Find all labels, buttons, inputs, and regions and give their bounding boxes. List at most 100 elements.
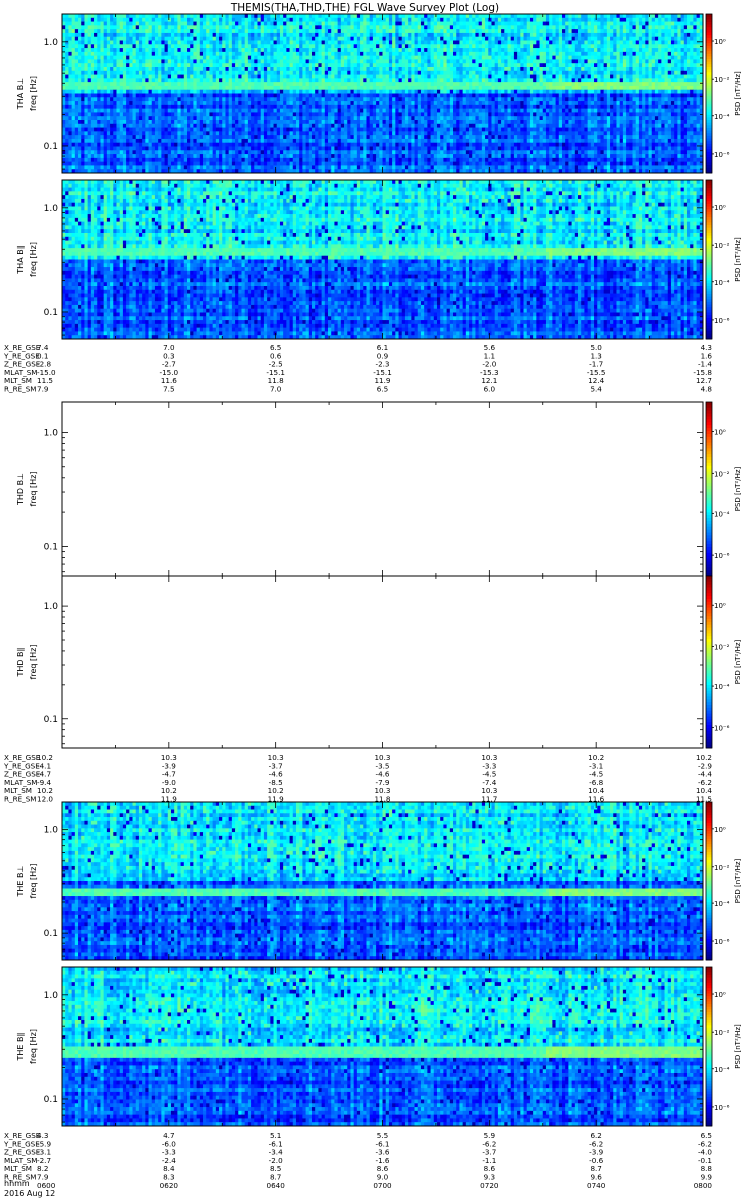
spectrogram-cell <box>619 40 624 45</box>
spectrogram-cell <box>571 32 576 38</box>
spectrogram-cell <box>565 17 569 22</box>
spectrogram-cell <box>478 59 483 64</box>
spectrogram-cell <box>481 32 486 38</box>
spectrogram-cell <box>603 14 608 19</box>
spectrogram-cell <box>520 93 524 98</box>
spectrogram-cell <box>257 44 262 49</box>
spectrogram-cell <box>459 40 464 45</box>
spectrogram-cell <box>347 70 351 75</box>
spectrogram-cell <box>491 104 496 110</box>
spectrogram-cell <box>321 40 326 45</box>
spectrogram-cell <box>427 104 431 110</box>
spectrogram-cell <box>366 78 371 83</box>
spectrogram-cell <box>295 44 300 49</box>
spectrogram-cell <box>135 48 140 53</box>
spectrogram-cell <box>520 59 524 64</box>
spectrogram-cell <box>696 51 701 57</box>
spectrogram-cell <box>129 17 133 22</box>
spectrogram-cell <box>513 67 518 72</box>
spectrogram-cell <box>622 70 627 75</box>
spectrogram-cell <box>513 104 518 110</box>
spectrogram-cell <box>497 74 502 79</box>
spectrogram-cell <box>353 74 358 79</box>
spectrogram-cell <box>395 93 399 98</box>
spectrogram-cell <box>558 59 563 64</box>
spectrogram-cell <box>196 67 201 72</box>
spectrogram-cell <box>289 29 294 34</box>
spectrogram-cell <box>587 82 592 87</box>
spectrogram-cell <box>129 25 133 30</box>
spectrogram-cell <box>292 25 297 30</box>
spectrogram-cell <box>299 51 303 57</box>
spectrogram-cell <box>100 101 105 106</box>
spectrogram-cell <box>497 55 502 60</box>
spectrogram-cell <box>549 97 553 102</box>
spectrogram-cell <box>321 36 326 41</box>
spectrogram-cell <box>680 21 685 26</box>
spectrogram-cell <box>632 93 637 98</box>
spectrogram-cell <box>353 78 358 83</box>
spectrogram-cell <box>433 70 438 75</box>
spectrogram-cell <box>78 67 82 72</box>
spectrogram-cell <box>552 59 556 64</box>
spectrogram-cell <box>292 40 297 45</box>
spectrogram-cell <box>619 55 624 60</box>
spectrogram-cell <box>587 17 592 22</box>
spectrogram-cell <box>62 67 66 72</box>
spectrogram-cell <box>472 44 476 49</box>
spectrogram-cell <box>148 82 153 87</box>
spectrogram-cell <box>549 29 553 34</box>
spectrogram-cell <box>600 51 605 57</box>
spectrogram-cell <box>158 51 162 57</box>
spectrogram-cell <box>478 17 483 22</box>
spectrogram-cell <box>677 55 681 60</box>
spectrogram-cell <box>337 21 342 26</box>
spectrogram-cell <box>693 78 697 83</box>
spectrogram-cell <box>344 82 348 87</box>
spectrogram-cell <box>302 17 306 22</box>
spectrogram-cell <box>68 51 73 57</box>
spectrogram-cell <box>222 40 226 45</box>
spectrogram-cell <box>193 74 198 79</box>
spectrogram-cell <box>129 67 133 72</box>
spectrogram-cell <box>228 25 233 30</box>
spectrogram-cell <box>465 25 470 30</box>
spectrogram-cell <box>584 29 589 34</box>
spectrogram-cell <box>504 97 508 102</box>
spectrogram-cell <box>590 89 595 94</box>
spectrogram-cell <box>81 40 85 45</box>
spectrogram-cell <box>151 74 156 79</box>
spectrogram-cell <box>584 97 589 102</box>
spectrogram-cell <box>542 63 547 68</box>
spectrogram-cell <box>311 25 316 30</box>
spectrogram-cell <box>199 40 204 45</box>
spectrogram-cell <box>594 21 598 26</box>
spectrogram-cell <box>71 63 76 68</box>
spectrogram-cell <box>119 51 124 57</box>
spectrogram-cell <box>581 63 585 68</box>
spectrogram-cell <box>158 14 162 19</box>
spectrogram-cell <box>638 36 643 41</box>
spectrogram-cell <box>603 36 608 41</box>
spectrogram-cell <box>145 44 149 49</box>
spectrogram-cell <box>420 40 425 45</box>
spectrogram-cell <box>545 59 550 64</box>
spectrogram-cell <box>110 51 114 57</box>
spectrogram-cell <box>260 82 265 87</box>
spectrogram-cell <box>170 29 175 34</box>
spectrogram-cell <box>283 14 287 19</box>
spectrogram-cell <box>129 82 133 87</box>
spectrogram-cell <box>616 25 621 30</box>
spectrogram-cell <box>151 89 156 94</box>
spectrogram-cell <box>81 51 85 57</box>
spectrogram-cell <box>642 70 646 75</box>
spectrogram-cell <box>626 17 630 22</box>
spectrogram-cell <box>363 51 367 57</box>
spectrogram-cell <box>388 29 393 34</box>
spectrogram-cell <box>395 101 399 106</box>
spectrogram-cell <box>257 21 262 26</box>
spectrogram-cell <box>388 74 393 79</box>
spectrogram-cell <box>632 29 637 34</box>
spectrogram-cell <box>257 89 262 94</box>
spectrogram-cell <box>276 40 281 45</box>
